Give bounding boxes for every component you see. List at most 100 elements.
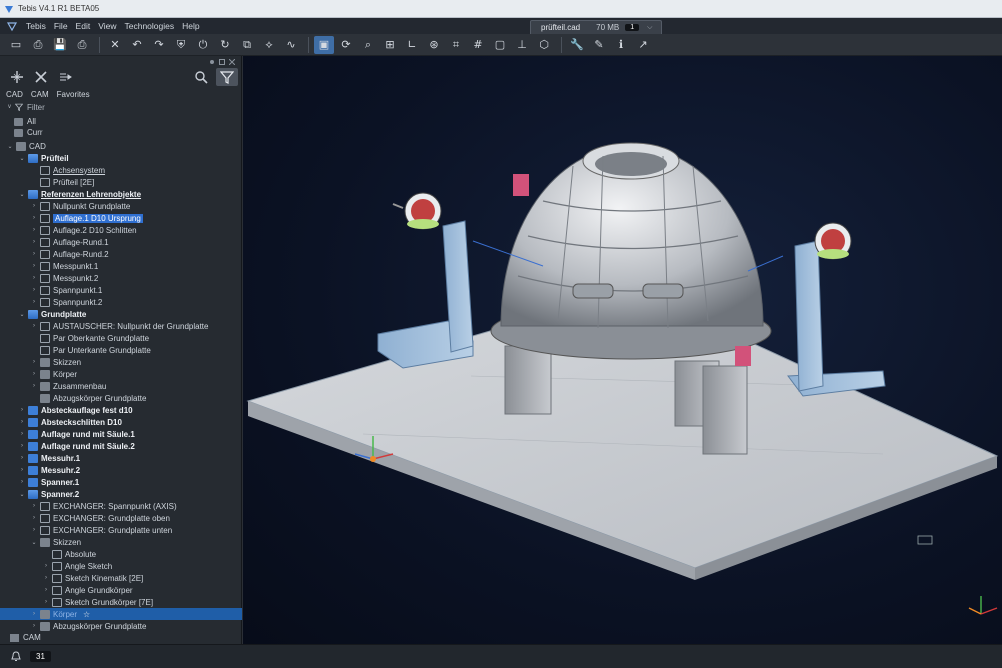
refresh-button[interactable]: ↻ xyxy=(215,36,235,54)
menu-help[interactable]: Help xyxy=(178,21,203,31)
chevron-right-icon[interactable]: › xyxy=(42,575,50,581)
tree-row[interactable]: › Nullpunkt Grundplatte xyxy=(0,200,242,212)
chevron-right-icon[interactable]: › xyxy=(30,275,38,281)
wrench-button[interactable]: 🔧 xyxy=(567,36,587,54)
chevron-right-icon[interactable]: › xyxy=(42,563,50,569)
3d-viewport[interactable] xyxy=(243,56,1002,644)
star-icon[interactable]: ☆ xyxy=(83,610,90,619)
tree-row[interactable]: ⌄ Prüfteil xyxy=(0,152,242,164)
tree-row[interactable]: › Angle Sketch xyxy=(0,560,242,572)
chevron-right-icon[interactable]: › xyxy=(30,323,38,329)
info-button[interactable]: ℹ xyxy=(611,36,631,54)
search-button[interactable] xyxy=(190,68,212,86)
chevron-right-icon[interactable]: › xyxy=(30,227,38,233)
bell-icon[interactable] xyxy=(10,650,22,663)
tree-row[interactable]: › EXCHANGER: Grundplatte unten xyxy=(0,524,242,536)
chevron-down-icon[interactable]: ⌄ xyxy=(18,311,26,318)
chevron-right-icon[interactable]: › xyxy=(30,611,38,617)
pointer-button[interactable]: ↗ xyxy=(633,36,653,54)
tree-row[interactable]: › Messuhr.1 xyxy=(0,452,242,464)
tree-row[interactable]: Achsensystem xyxy=(0,164,242,176)
quick-filter-curr[interactable]: Curr xyxy=(14,127,43,138)
chevron-down-icon[interactable]: ⌄ xyxy=(18,491,26,498)
fit-button[interactable]: ⊞ xyxy=(380,36,400,54)
filter-row[interactable]: v Filter xyxy=(0,101,242,113)
menu-file[interactable]: File xyxy=(50,21,72,31)
measure-button[interactable]: ⟡ xyxy=(259,36,279,54)
tab-cam[interactable]: CAM xyxy=(31,90,49,99)
tree-row[interactable]: ⌄ Grundplatte xyxy=(0,308,242,320)
tree-row[interactable]: Abzugskörper Grundplatte xyxy=(0,392,242,404)
chevron-right-icon[interactable]: › xyxy=(42,599,50,605)
chevron-right-icon[interactable]: › xyxy=(30,527,38,533)
tree-row[interactable]: › Auflage-Rund.2 xyxy=(0,248,242,260)
tree-row[interactable]: ⌄ Skizzen xyxy=(0,536,242,548)
tab-cad[interactable]: CAD xyxy=(6,90,23,99)
add-node-button[interactable] xyxy=(6,68,28,86)
tree-row[interactable]: ⌄ Referenzen Lehrenobjekte xyxy=(0,188,242,200)
delete-button[interactable]: ✕ xyxy=(105,36,125,54)
tree-row[interactable]: › Auflage rund mit Säule.1 xyxy=(0,428,242,440)
tree-row[interactable]: › EXCHANGER: Spannpunkt (AXIS) xyxy=(0,500,242,512)
tree-row[interactable]: › Abzugskörper Grundplatte xyxy=(0,620,242,632)
sketch-button[interactable]: ∿ xyxy=(281,36,301,54)
tree-row[interactable]: › Sketch Grundkörper [7E] xyxy=(0,596,242,608)
layer-button[interactable]: ⧉ xyxy=(237,36,257,54)
redo-button[interactable]: ↷ xyxy=(149,36,169,54)
chevron-right-icon[interactable]: › xyxy=(18,455,26,461)
box-button[interactable]: ⬡ xyxy=(534,36,554,54)
tebis-menu-icon[interactable] xyxy=(6,20,18,32)
tab-favorites[interactable]: Favorites xyxy=(57,90,90,99)
file-tab[interactable]: prüfteil.cad 70 MB 1 ⌵ xyxy=(530,20,662,34)
chevron-right-icon[interactable]: › xyxy=(18,419,26,425)
frame-button[interactable]: ▢ xyxy=(490,36,510,54)
tree-row[interactable]: Prüfteil [2E] xyxy=(0,176,242,188)
tree-row[interactable]: › Absteckauflage fest d10 xyxy=(0,404,242,416)
tree-row[interactable]: › Messpunkt.1 xyxy=(0,260,242,272)
chevron-right-icon[interactable]: › xyxy=(18,443,26,449)
chevron-right-icon[interactable]: › xyxy=(30,359,38,365)
tree-row[interactable]: › EXCHANGER: Grundplatte oben xyxy=(0,512,242,524)
tree-row[interactable]: › AUSTAUSCHER: Nullpunkt der Grundplatte xyxy=(0,320,242,332)
tree-row[interactable]: › Angle Grundkörper xyxy=(0,584,242,596)
tree-row[interactable]: › Sketch Kinematik [2E] xyxy=(0,572,242,584)
chevron-right-icon[interactable]: › xyxy=(30,215,38,221)
tree-row[interactable]: Absolute xyxy=(0,548,242,560)
tree-row[interactable]: › Skizzen xyxy=(0,356,242,368)
quick-filter-all[interactable]: All xyxy=(14,116,36,127)
undo-button[interactable]: ↶ xyxy=(127,36,147,54)
tree-row[interactable]: › Körper ☆ xyxy=(0,608,242,620)
remove-node-button[interactable] xyxy=(30,68,52,86)
orbit-button[interactable]: ⊛ xyxy=(424,36,444,54)
tree-row[interactable]: › Messpunkt.2 xyxy=(0,272,242,284)
chevron-down-icon[interactable]: ⌄ xyxy=(30,539,38,546)
tree-row[interactable]: Par Unterkante Grundplatte xyxy=(0,344,242,356)
print-button[interactable]: ⎙ xyxy=(72,36,92,54)
axis-button[interactable]: ∟ xyxy=(402,36,422,54)
rotate-button[interactable]: ⟳ xyxy=(336,36,356,54)
tree-root-cam[interactable]: CAM xyxy=(10,633,41,642)
close-icon[interactable] xyxy=(228,58,236,66)
move-node-button[interactable] xyxy=(54,68,76,86)
tree-row[interactable]: › Auflage.2 D10 Schlitten xyxy=(0,224,242,236)
tree-row[interactable]: › Auflage.1 D10 Ursprung xyxy=(0,212,242,224)
menu-tebis[interactable]: Tebis xyxy=(22,21,50,31)
chevron-right-icon[interactable]: › xyxy=(30,515,38,521)
grid-button[interactable]: # xyxy=(468,36,488,54)
view-cube-button[interactable]: ▣ xyxy=(314,35,334,54)
menu-edit[interactable]: Edit xyxy=(72,21,95,31)
chevron-down-icon[interactable]: ⌄ xyxy=(18,191,26,198)
power-button[interactable]: ⏻ xyxy=(193,36,213,54)
analysis-button[interactable]: ⌗ xyxy=(446,36,466,54)
chevron-down-icon[interactable]: ⌄ xyxy=(6,143,14,150)
select-button[interactable]: ⛨ xyxy=(171,36,191,54)
tree-row[interactable]: › Körper xyxy=(0,368,242,380)
filter-button[interactable] xyxy=(216,68,238,86)
chevron-right-icon[interactable]: › xyxy=(18,431,26,437)
import-button[interactable]: ⎙ xyxy=(28,36,48,54)
tree-row[interactable]: › Spanner.1 xyxy=(0,476,242,488)
tree-row[interactable]: ⌄ Spanner.2 xyxy=(0,488,242,500)
chevron-down-icon[interactable]: ⌵ xyxy=(647,24,652,32)
tree-row[interactable]: Par Oberkante Grundplatte xyxy=(0,332,242,344)
chevron-right-icon[interactable]: › xyxy=(30,251,38,257)
